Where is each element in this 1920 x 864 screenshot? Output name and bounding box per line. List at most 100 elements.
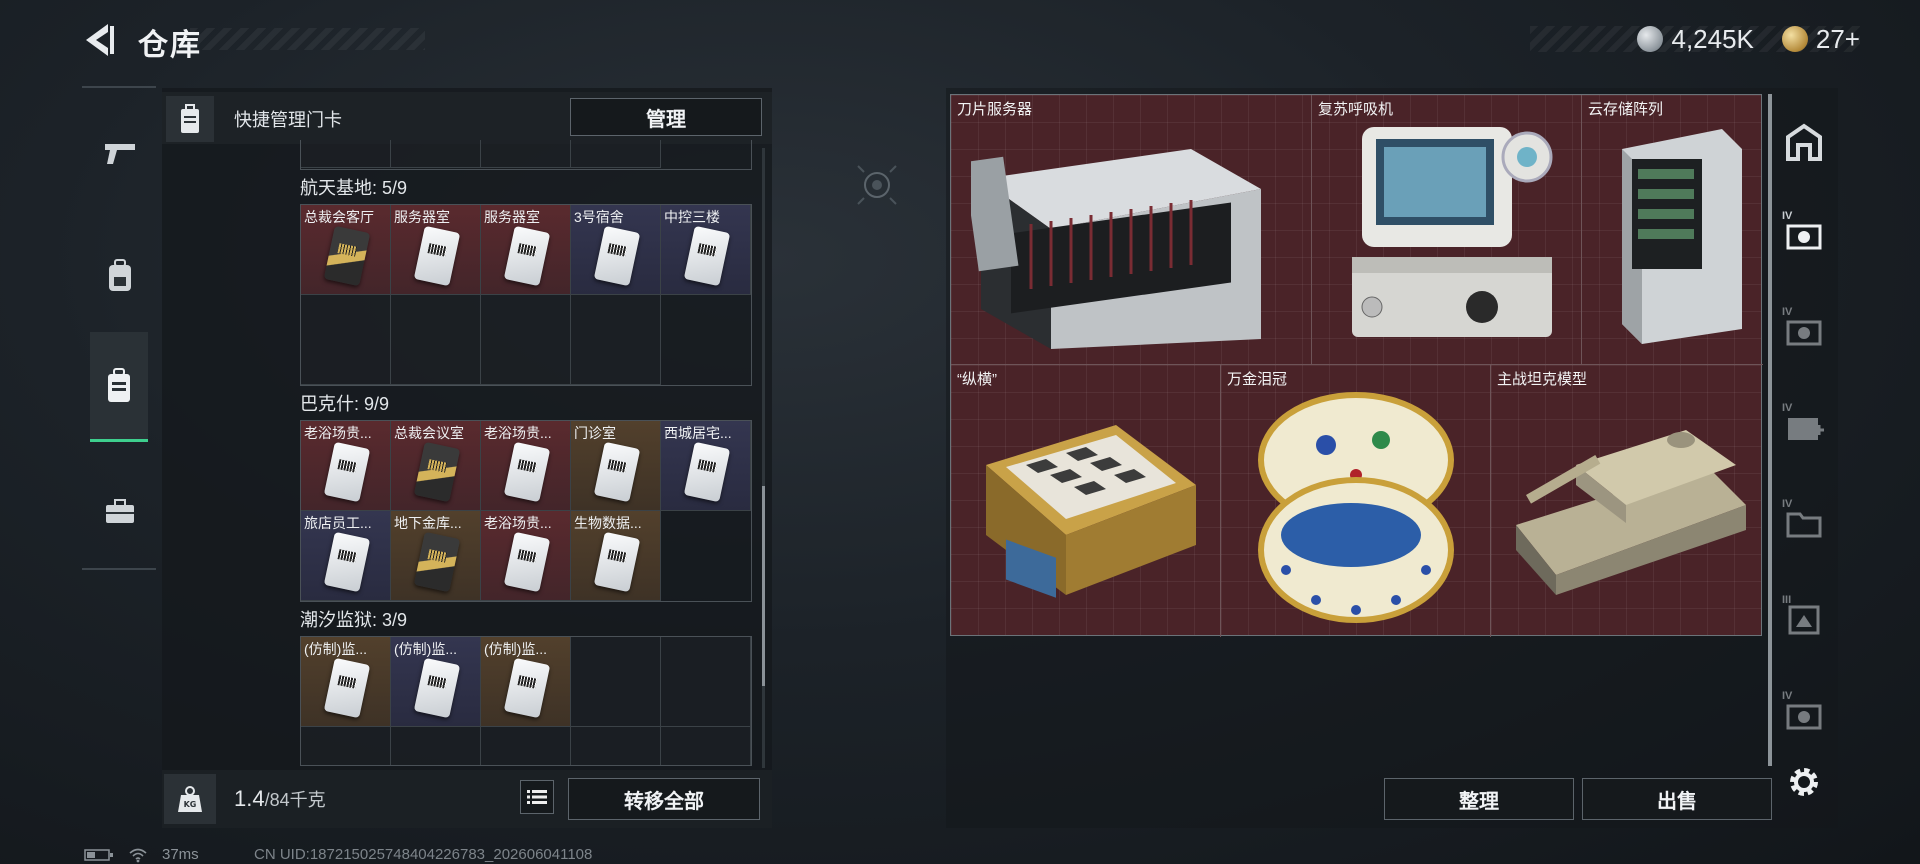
tier4-medical-icon[interactable]: IV (1782, 402, 1826, 450)
keycard-icon (413, 441, 461, 503)
keycard-slot[interactable]: (仿制)监... (391, 637, 481, 727)
keycard-icon (683, 441, 731, 503)
keycard-icon (323, 441, 371, 503)
group-title-bakhsh: 巴克什: 9/9 (300, 394, 390, 414)
keycard-slot[interactable]: 地下金库... (391, 511, 481, 601)
empty-slot[interactable] (301, 295, 391, 385)
transfer-all-button[interactable]: 转移全部 (568, 778, 760, 820)
keycard-icon (503, 531, 551, 593)
keycard-slot[interactable]: 旅店员工... (301, 511, 391, 601)
tank-model-icon (1516, 430, 1746, 595)
stash-icon[interactable] (1782, 120, 1826, 164)
jeweled-egg-icon (1258, 392, 1454, 623)
silver-coin-icon (1637, 26, 1664, 52)
silver-amount: 4,245K (1671, 23, 1754, 54)
keycard-scrollbar-thumb[interactable] (762, 486, 765, 686)
weight-current: 1.4 (234, 786, 265, 811)
back-arrow-icon[interactable] (80, 20, 116, 60)
stash-scrollbar[interactable] (1768, 94, 1772, 766)
empty-slot[interactable] (481, 727, 571, 765)
stash-item[interactable]: 万金泪冠 (1221, 365, 1491, 637)
list-view-button[interactable] (520, 780, 554, 814)
tier4-case-icon[interactable]: IV (1782, 690, 1826, 738)
keycard-icon (503, 225, 551, 287)
briefcase-icon[interactable] (92, 484, 148, 540)
keycard-icon (593, 441, 641, 503)
keycard-slot[interactable]: 中控三楼 (661, 205, 751, 295)
keycard-slot[interactable]: 西城居宅... (661, 421, 751, 511)
keycard-slot[interactable]: (仿制)监... (301, 637, 391, 727)
user-uid: CN UID:187215025748404226783_20260604110… (254, 846, 593, 863)
tier4-folder-icon[interactable]: IV (1782, 498, 1826, 546)
keycard-case-icon[interactable] (90, 332, 148, 442)
stash-item[interactable]: 刀片服务器 (951, 95, 1312, 365)
stash-item[interactable]: 主战坦克模型 (1491, 365, 1763, 637)
empty-slot[interactable] (661, 727, 751, 765)
keycard-slot[interactable]: 3号宿舍 (571, 205, 661, 295)
sell-button[interactable]: 出售 (1582, 778, 1772, 820)
keycard-slot[interactable]: 门诊室 (571, 421, 661, 511)
tier3-box-icon[interactable]: III (1782, 594, 1826, 642)
empty-slot[interactable] (661, 637, 751, 727)
ventilator-icon (1352, 127, 1553, 337)
status-bar: 37ms (84, 846, 199, 863)
empty-slot[interactable] (301, 727, 391, 765)
group-title-tidal-prison: 潮汐监狱: 3/9 (300, 610, 408, 630)
title-decoration (190, 28, 425, 50)
keycard-grid-tidal-prison: (仿制)监... (仿制)监... (仿制)监... (300, 636, 752, 766)
weight-icon: KG (164, 774, 216, 824)
keycard-icon (323, 225, 371, 287)
list-icon (527, 790, 547, 804)
empty-slot[interactable] (571, 727, 661, 765)
empty-slot[interactable] (571, 295, 661, 385)
stash-item[interactable]: 云存储阵列 (1582, 95, 1763, 365)
wifi-icon (129, 848, 147, 862)
battery-icon (84, 848, 113, 861)
keycard-icon (503, 657, 551, 719)
left-category-nav (82, 86, 156, 570)
target-marker-icon (852, 160, 902, 210)
keycard-slot[interactable]: 老浴场贵... (301, 421, 391, 511)
tier4-case-icon[interactable]: IV (1782, 306, 1826, 354)
stash-item[interactable]: 复苏呼吸机 (1312, 95, 1582, 365)
keycard-grid-aerospace: 总裁会客厅 服务器室 服务器室 3号宿舍 中控三楼 (300, 204, 752, 386)
empty-slot[interactable] (481, 295, 571, 385)
empty-slot[interactable] (391, 727, 481, 765)
empty-slot[interactable] (571, 637, 661, 727)
keycard-icon (593, 225, 641, 287)
keycard-slot[interactable]: 服务器室 (391, 205, 481, 295)
stash-item[interactable]: “纵横” (951, 365, 1221, 637)
weight-readout: 1.4/84千克 (234, 786, 326, 812)
settings-gear-icon[interactable] (1782, 760, 1826, 804)
keycard-panel-title: 快捷管理门卡 (234, 110, 342, 130)
keycard-grid-bakhsh: 老浴场贵... 总裁会议室 老浴场贵... 门诊室 西城居宅... 旅店员工..… (300, 420, 752, 602)
grid-filler (661, 511, 751, 601)
keycard-slot[interactable]: 老浴场贵... (481, 421, 571, 511)
svg-text:KG: KG (184, 800, 197, 809)
empty-slot[interactable] (391, 295, 481, 385)
gold-amount[interactable]: 27+ (1816, 24, 1860, 55)
keycard-case-icon (166, 96, 214, 142)
manage-button[interactable]: 管理 (570, 98, 762, 136)
keycard-icon (413, 657, 461, 719)
gun-icon[interactable] (92, 125, 148, 181)
keycard-slot[interactable]: 老浴场贵... (481, 511, 571, 601)
cloud-storage-icon (1622, 129, 1742, 344)
sort-button[interactable]: 整理 (1384, 778, 1574, 820)
grid-filler (661, 295, 751, 385)
keycard-slot[interactable]: 服务器室 (481, 205, 571, 295)
keycard-icon (323, 531, 371, 593)
keycard-icon (323, 657, 371, 719)
keycard-icon (593, 531, 641, 593)
tier4-case-icon[interactable]: IV (1782, 210, 1826, 258)
keycard-slot[interactable]: (仿制)监... (481, 637, 571, 727)
backpack-icon[interactable] (92, 248, 148, 304)
keycard-icon (503, 441, 551, 503)
stash-grid: 刀片服务器 复苏呼吸机 云存储阵列 “纵横” 万金泪冠 主战坦克模型 (950, 94, 1763, 637)
keycard-slot[interactable]: 生物数据... (571, 511, 661, 601)
blade-server-icon (971, 149, 1261, 349)
keycard-slot[interactable]: 总裁会议室 (391, 421, 481, 511)
keycard-icon (683, 225, 731, 287)
page-title: 仓库 (138, 29, 202, 62)
keycard-slot[interactable]: 总裁会客厅 (301, 205, 391, 295)
